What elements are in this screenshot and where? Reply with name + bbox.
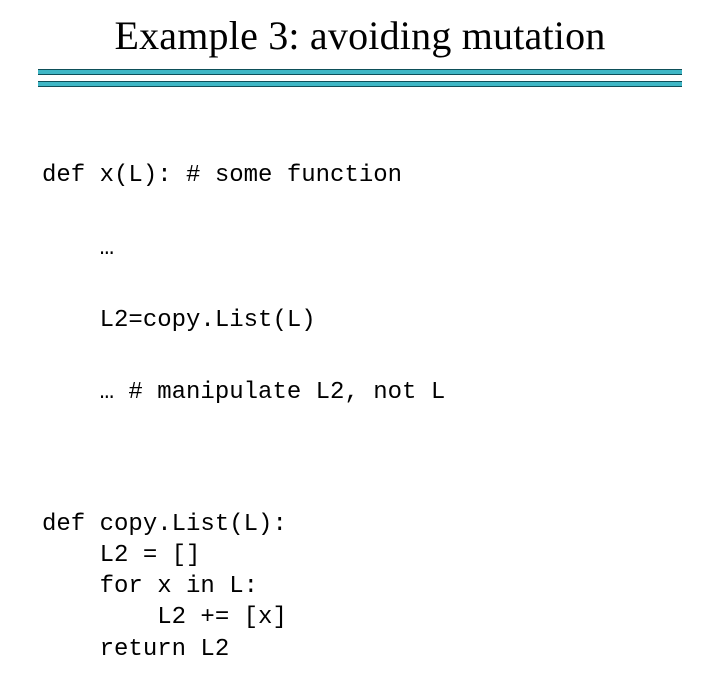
code-line: L2 += [x]	[42, 604, 287, 631]
title-area: Example 3: avoiding mutation	[0, 0, 720, 59]
code-line: def copy.List(L):	[42, 511, 287, 538]
rule-top	[38, 69, 682, 75]
code-block-1: def x(L): # some function … L2=copy.List…	[42, 129, 720, 440]
code-line: L2 = []	[42, 542, 200, 569]
slide-title: Example 3: avoiding mutation	[0, 12, 720, 59]
slide: Example 3: avoiding mutation def x(L): #…	[0, 0, 720, 540]
code-line: … # manipulate L2, not L	[42, 379, 445, 406]
code-line: return L2	[42, 636, 229, 663]
code-line: def x(L): # some function	[42, 162, 402, 189]
code-line: L2=copy.List(L)	[42, 307, 316, 334]
code-line: …	[42, 235, 114, 262]
rule-bottom	[38, 81, 682, 87]
code-line: for x in L:	[42, 573, 258, 600]
title-underline	[38, 69, 682, 87]
code-block-2: def copy.List(L): L2 = [] for x in L: L2…	[42, 478, 720, 696]
